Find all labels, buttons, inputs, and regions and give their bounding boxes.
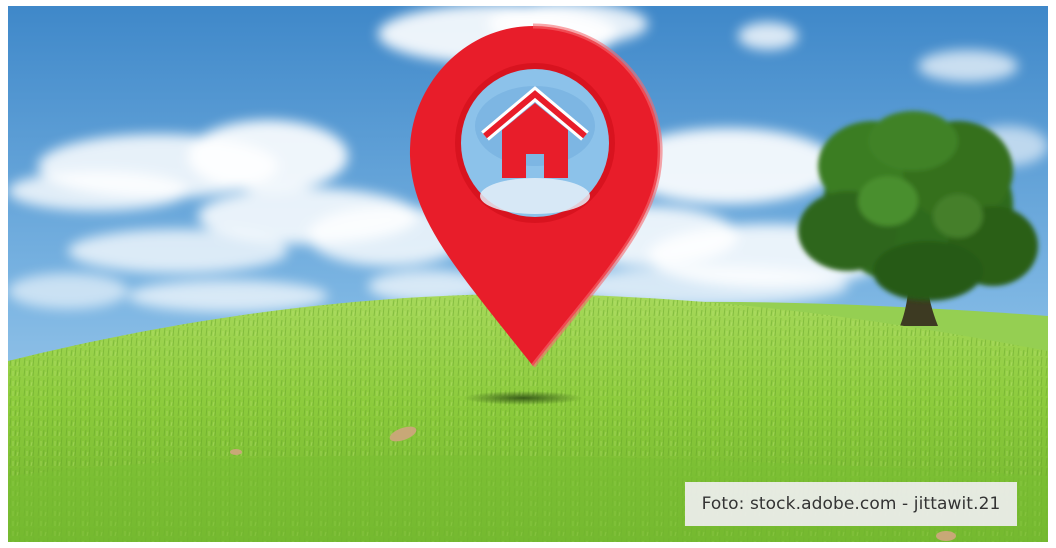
pin-shadow	[463, 391, 583, 405]
photo-credit-text: Foto: stock.adobe.com - jittawit.21	[701, 494, 1001, 514]
photo-credit: Foto: stock.adobe.com - jittawit.21	[685, 482, 1017, 526]
photo-scene	[8, 6, 1048, 542]
photo-frame: Foto: stock.adobe.com - jittawit.21	[8, 6, 1048, 542]
